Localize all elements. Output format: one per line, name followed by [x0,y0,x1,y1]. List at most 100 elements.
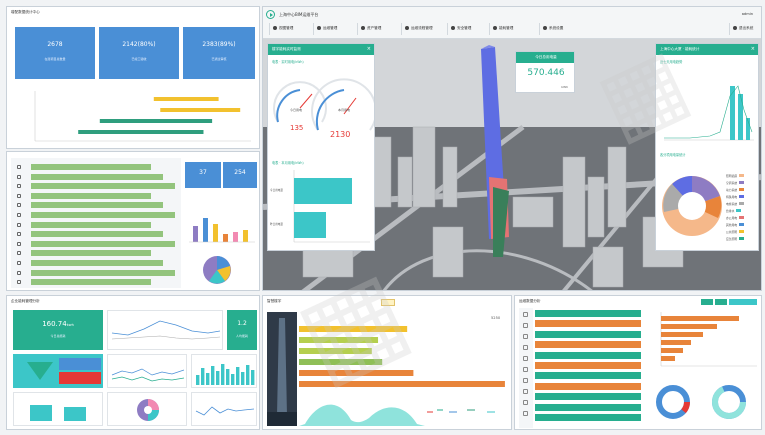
side-icon[interactable] [523,389,528,394]
usage-bar [299,370,414,376]
usage-bar [299,348,372,354]
task-row[interactable] [31,164,151,170]
side-icon[interactable] [523,400,528,405]
side-icon[interactable] [523,312,528,317]
task-row[interactable] [31,250,151,257]
trend-subtitle: 近七天用电趋势 [660,60,683,64]
stat-card-approved[interactable]: 2383(89%) 已通过审核 [183,27,255,79]
project-stats-panel: 增配数据统计中心 2678 在建项目总数量 2142(80%) 已竣工验收 23… [6,6,260,149]
legend-label: 公共照明 [726,230,738,234]
today-usage-value: 570.446 [527,68,565,78]
nav-settings[interactable]: 系统设置 [539,23,566,35]
operation-row[interactable] [535,351,641,359]
gantt-bar [99,119,213,123]
side-icon[interactable] [523,367,528,372]
side-icon[interactable] [523,356,528,361]
bar [221,364,225,385]
stat-card-total[interactable]: 2678 在建项目总数量 [15,27,95,79]
operation-row[interactable] [535,362,641,369]
category-subtitle: 各分项用电量统计 [660,153,686,157]
usage-bar [299,381,505,387]
task-row[interactable] [31,212,175,218]
ops-donuts [656,385,746,419]
operations-list [535,310,641,426]
user-label[interactable]: admin [742,12,753,16]
category-donut [662,176,722,236]
legend-item: 办公用电 [726,216,745,220]
side-icon[interactable] [523,378,528,383]
seven-day-chart [664,85,754,141]
side-icon[interactable] [523,334,528,339]
summary-card-2[interactable]: 254 [223,162,257,188]
legend-swatch [739,188,745,191]
side-icon[interactable] [523,411,528,416]
gantt-bar [153,97,219,101]
task-row[interactable] [31,279,151,286]
energy-line-chart [107,310,223,350]
header-button[interactable] [701,299,713,305]
panel-title: 企业能耗管理分析 [11,299,40,303]
nav-security[interactable]: 安全管理 [447,23,474,35]
legend-swatch [739,195,745,198]
task-row[interactable] [31,183,175,190]
pin-icon [17,184,21,189]
exit-button[interactable]: 退出系统 [729,23,756,35]
logo-icon[interactable] [266,10,275,19]
view-icon [273,26,277,30]
pin-icon [17,174,21,179]
nav-workflow[interactable]: 运维流程管理 [401,23,436,35]
bar [211,366,215,385]
per-capita-card[interactable]: 1.2 人均能耗 [227,310,257,350]
task-row[interactable] [31,221,151,228]
operation-row[interactable] [535,320,641,328]
side-icon[interactable] [523,323,528,328]
close-icon[interactable]: × [751,46,755,52]
pin-icon [17,213,21,217]
summary-card-1[interactable]: 37 [185,162,221,188]
nav-energy[interactable]: 能耗管理 [489,23,516,35]
ops-bar-chart [660,312,757,367]
header-button[interactable] [715,299,727,305]
bar [206,373,210,385]
bim-scene[interactable]: 上海中心BIM运维平台 admin 视图管理 运维管理 资产管理 运维流程管理 … [262,6,762,291]
task-row[interactable] [31,269,175,276]
operation-row[interactable] [535,372,641,380]
pin-icon [17,280,21,285]
nav-assets[interactable]: 资产管理 [357,23,384,35]
operation-row[interactable] [535,382,641,390]
operation-row[interactable] [535,414,641,421]
task-list [11,158,181,288]
nav-ops[interactable]: 运维管理 [313,23,340,35]
side-column [519,308,533,428]
operation-row[interactable] [535,310,641,317]
task-row[interactable] [31,231,163,238]
task-row[interactable] [31,240,175,247]
operation-row[interactable] [535,393,641,401]
pin-icon [17,193,21,198]
stat-value: 2678 [47,41,63,48]
task-row[interactable] [31,260,163,266]
gantt-bar [78,130,204,134]
header-button[interactable] [729,299,757,305]
task-row[interactable] [31,173,163,180]
today-usage-card: 今日总用电量 570.446 kWh [515,51,575,93]
total-energy-value: 160.74kwh [42,320,74,328]
task-row[interactable] [31,192,151,199]
nav-view[interactable]: 视图管理 [269,23,296,35]
energy-icon [493,26,497,30]
bar [236,367,240,385]
total-energy-card[interactable]: 160.74kwh 今日总能耗 [13,310,103,350]
operation-row[interactable] [535,403,641,411]
operation-row[interactable] [535,341,641,349]
tower-thumbnail[interactable] [267,312,297,426]
task-row[interactable] [31,202,163,209]
close-icon[interactable]: × [367,46,371,52]
stat-card-completed[interactable]: 2142(80%) 已竣工验收 [99,27,179,79]
energy-monitor-panel: 楼宇能耗实时监测 × 电表 · 实时用电(kWh) 今日用电 135 本月用电 … [267,43,375,251]
operation-row[interactable] [535,330,641,338]
total-energy-label: 今日总能耗 [50,334,66,338]
gauge-left-caption: 今日用电 [290,108,303,112]
top-nav-bar: 上海中心BIM运维平台 admin 视图管理 运维管理 资产管理 运维流程管理 … [263,7,761,39]
legend-item: 特殊用电 [726,195,745,199]
side-icon[interactable] [523,345,528,350]
